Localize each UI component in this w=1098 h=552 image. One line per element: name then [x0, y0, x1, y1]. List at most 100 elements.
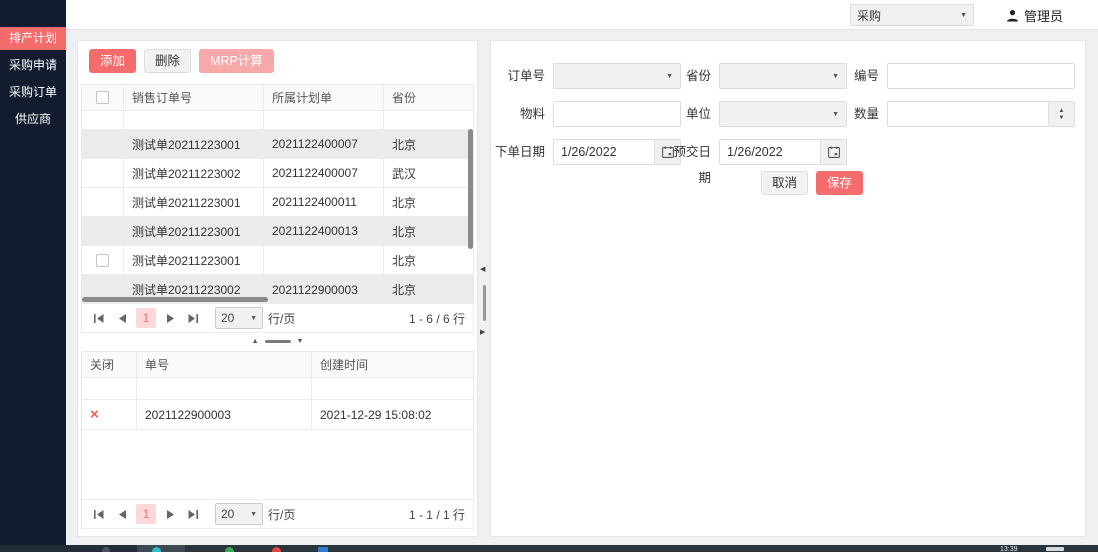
column-header[interactable]: 关闭 [82, 352, 137, 377]
province-select[interactable]: ▼ [719, 63, 847, 89]
row-checkbox[interactable] [96, 253, 109, 267]
cell-province: 北京 [392, 224, 417, 239]
green-app-icon[interactable] [225, 547, 234, 552]
table-row[interactable]: 测试单20211223001 2021122400013 北京 [82, 217, 473, 246]
app-window: 排产计划 采购申请 采购订单 供应商 采购 ▼ 管理员 添加 删除 MRP计算 [0, 0, 1098, 552]
unit-label: 单位 [685, 107, 711, 121]
table-row[interactable]: 测试单20211223002 2021122400007 武汉 [82, 159, 473, 188]
column-header[interactable]: 单号 [137, 352, 312, 377]
horizontal-scrollbar[interactable] [82, 297, 268, 302]
column-header[interactable]: 省份 [384, 85, 473, 110]
table-header-row: 关闭 单号 创建时间 [82, 352, 473, 378]
prev-page-button[interactable] [113, 505, 131, 523]
active-app-slot[interactable] [137, 545, 185, 552]
cell-province: 北京 [392, 253, 417, 268]
material-input[interactable] [553, 101, 681, 127]
skype-icon[interactable] [152, 547, 161, 552]
page-number[interactable]: 1 [136, 308, 156, 328]
last-page-button[interactable] [184, 505, 202, 523]
cancel-button[interactable]: 取消 [761, 171, 809, 195]
cell-sales-order: 测试单20211223001 [124, 246, 264, 274]
cell-province: 武汉 [392, 166, 417, 181]
cell-plan-no: 2021122900003 [137, 400, 312, 429]
sidebar-item-supplier[interactable]: 供应商 [0, 108, 66, 131]
prev-page-button[interactable] [113, 309, 131, 327]
table-row[interactable]: 测试单20211223001 北京 [82, 246, 473, 275]
step-up-icon[interactable]: ▲ [1059, 108, 1065, 114]
vertical-splitter[interactable]: ◀ ▶ [478, 40, 490, 537]
due-date-calendar-icon[interactable] [821, 139, 847, 165]
header-checkbox-cell [82, 85, 124, 110]
role-select[interactable]: 采购 ▼ [850, 4, 974, 26]
collapse-up-icon[interactable]: ▲ [252, 338, 259, 345]
cell-sales-order: 测试单20211223001 [124, 217, 264, 245]
splitter-handle[interactable] [264, 339, 291, 343]
close-plan-icon[interactable]: × [90, 407, 99, 422]
cell-plan: 2021122400013 [264, 217, 384, 245]
filter-row[interactable] [82, 111, 473, 130]
windows-taskbar[interactable]: 13:39 [0, 545, 1098, 552]
filter-row[interactable] [82, 378, 473, 400]
due-date-label: 预交日期 [673, 145, 711, 185]
collapse-left-icon[interactable]: ◀ [480, 265, 485, 273]
vertical-scrollbar[interactable] [468, 129, 473, 249]
table-row[interactable]: 测试单20211223001 2021122400007 北京 [82, 130, 473, 159]
page-size-select[interactable]: 20 ▼ [215, 307, 263, 329]
column-header[interactable]: 创建时间 [312, 352, 473, 377]
qty-stepper[interactable]: ▲ ▼ [1049, 101, 1075, 127]
chevron-down-icon: ▼ [250, 314, 257, 322]
step-down-icon[interactable]: ▼ [1059, 115, 1065, 121]
code-input[interactable] [887, 63, 1075, 89]
horizontal-splitter[interactable]: ▲ ▼ [81, 334, 474, 348]
first-page-button[interactable] [90, 505, 108, 523]
last-page-button[interactable] [184, 309, 202, 327]
next-page-button[interactable] [161, 505, 179, 523]
collapse-down-icon[interactable]: ▼ [297, 338, 304, 345]
page-size-select[interactable]: 20 ▼ [215, 503, 263, 525]
add-button[interactable]: 添加 [89, 49, 137, 73]
order-date-input[interactable] [553, 139, 655, 165]
unit-select[interactable]: ▼ [719, 101, 847, 127]
table-row[interactable]: × 2021122900003 2021-12-29 15:08:02 [82, 400, 473, 430]
cell-plan: 2021122900003 [264, 275, 384, 304]
table-row[interactable]: 测试单20211223001 2021122400011 北京 [82, 188, 473, 217]
next-page-button[interactable] [161, 309, 179, 327]
rows-per-page-label: 行/页 [268, 507, 296, 522]
mrp-calc-button[interactable]: MRP计算 [199, 49, 274, 73]
row-range-label: 1 - 6 / 6 行 [408, 311, 465, 326]
first-page-button[interactable] [90, 309, 108, 327]
sidebar-item-production-plan[interactable]: 排产计划 [0, 27, 66, 50]
search-icon[interactable] [102, 547, 110, 552]
sidebar-item-purchase-order[interactable]: 采购订单 [0, 81, 66, 104]
user-area[interactable]: 管理员 [1006, 0, 1063, 30]
role-select-value: 采购 [857, 8, 882, 23]
page-number[interactable]: 1 [136, 504, 156, 524]
sidebar-item-purchase-request[interactable]: 采购申请 [0, 54, 66, 77]
orders-pagination: 1 20 ▼ 行/页 1 - 6 / 6 行 [81, 303, 474, 333]
cell-plan: 2021122400011 [264, 188, 384, 216]
cell-plan [264, 246, 384, 274]
plans-pagination: 1 20 ▼ 行/页 1 - 1 / 1 行 [81, 499, 474, 529]
splitter-handle[interactable] [483, 285, 486, 321]
delete-button[interactable]: 删除 [144, 49, 192, 73]
tray-icon[interactable] [1046, 547, 1064, 551]
page-size-value: 20 [221, 507, 235, 521]
column-header[interactable]: 所属计划单 [264, 85, 384, 110]
blue-app-icon[interactable] [318, 547, 328, 552]
taskbar-clock: 13:39 [1000, 546, 1018, 552]
save-button[interactable]: 保存 [816, 171, 864, 195]
cell-sales-order: 测试单20211223002 [124, 159, 264, 187]
cell-province: 北京 [392, 283, 417, 297]
order-no-select[interactable]: ▼ [553, 63, 681, 89]
page-size-value: 20 [221, 311, 235, 325]
toolbar: 添加 删除 MRP计算 [89, 49, 274, 73]
cell-province: 北京 [392, 195, 417, 210]
column-header[interactable]: 销售订单号 [124, 85, 264, 110]
collapse-right-icon[interactable]: ▶ [480, 328, 485, 336]
select-all-checkbox[interactable] [96, 91, 109, 104]
due-date-input[interactable] [719, 139, 821, 165]
qty-label: 数量 [853, 107, 879, 121]
red-app-icon[interactable] [272, 547, 281, 552]
qty-input[interactable] [887, 101, 1049, 127]
form-buttons: 取消 保存 [761, 171, 864, 195]
